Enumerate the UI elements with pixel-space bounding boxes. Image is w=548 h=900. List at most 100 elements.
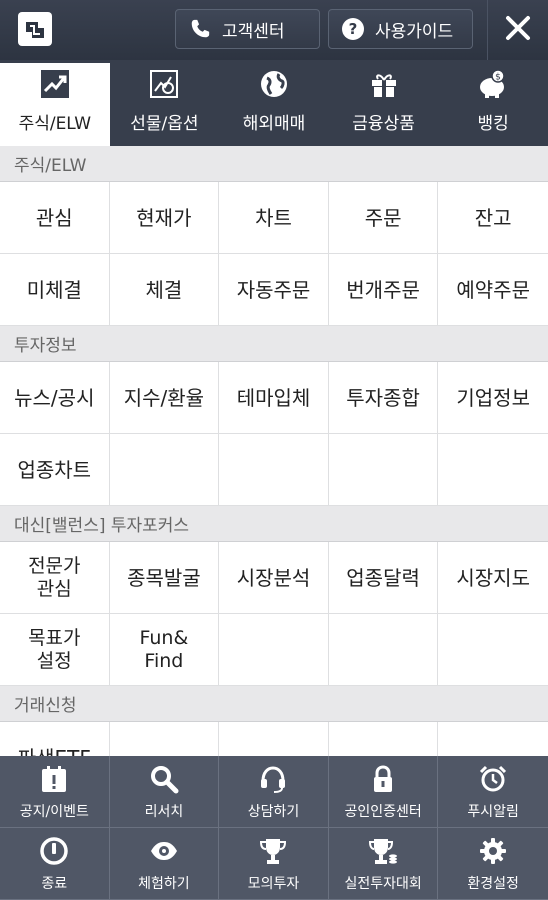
menu-item-reserved-order[interactable]: 예약주문 bbox=[438, 254, 548, 326]
menu-item-balance[interactable]: 잔고 bbox=[438, 182, 548, 254]
menu-item-sector-chart[interactable]: 업종차트 bbox=[0, 434, 110, 506]
menu-item-empty bbox=[438, 614, 548, 686]
menu-item-empty bbox=[329, 722, 439, 756]
menu-item-empty bbox=[438, 434, 548, 506]
eye-icon bbox=[148, 835, 180, 867]
notice-event-button[interactable]: 공지/이벤트 bbox=[0, 756, 110, 828]
menu-item-empty bbox=[110, 722, 220, 756]
tab-label: 주식/ELW bbox=[18, 114, 92, 134]
trophy-coins-icon bbox=[367, 835, 399, 867]
menu-item-theme[interactable]: 테마입체 bbox=[219, 362, 329, 434]
trend-chart-icon bbox=[38, 67, 72, 101]
menu-item-company-info[interactable]: 기업정보 bbox=[438, 362, 548, 434]
menu-grid-investment-info: 뉴스/공시 지수/환율 테마입체 투자종합 기업정보 업종차트 bbox=[0, 362, 548, 506]
bottom-menu-label: 공인인증센터 bbox=[344, 803, 422, 820]
menu-item-empty bbox=[328, 434, 439, 506]
app-logo-icon[interactable] bbox=[16, 10, 54, 48]
menu-item-market-analysis[interactable]: 시장분석 bbox=[219, 542, 329, 614]
bottom-menu-label: 리서치 bbox=[144, 803, 184, 820]
section-header-investment-info: 투자정보 bbox=[0, 326, 548, 362]
bottom-menu-label: 공지/이벤트 bbox=[19, 803, 89, 820]
menu-item-stock-discovery[interactable]: 종목발굴 bbox=[109, 542, 220, 614]
power-icon bbox=[38, 835, 70, 867]
menu-grid-stock-elw: 관심 현재가 차트 주문 잔고 미체결 체결 자동주문 번개주문 예약주문 bbox=[0, 182, 548, 326]
settings-button[interactable]: 환경설정 bbox=[438, 828, 548, 900]
gear-icon bbox=[477, 835, 509, 867]
globe-icon bbox=[257, 67, 291, 101]
menu-content: 주식/ELW 관심 현재가 차트 주문 잔고 미체결 체결 자동주문 번개주문 … bbox=[0, 146, 548, 756]
exit-button[interactable]: 종료 bbox=[0, 828, 110, 900]
menu-item-empty bbox=[219, 722, 329, 756]
investment-contest-button[interactable]: 실전투자대회 bbox=[328, 828, 439, 900]
tab-label: 해외매매 bbox=[242, 114, 306, 134]
menu-item-empty bbox=[219, 614, 329, 686]
section-header-investment-focus: 대신[밸런스] 투자포커스 bbox=[0, 506, 548, 542]
menu-item-empty bbox=[438, 722, 548, 756]
bottom-menu-label: 푸시알림 bbox=[467, 803, 519, 820]
consult-button[interactable]: 상담하기 bbox=[219, 756, 329, 828]
mock-investment-button[interactable]: 모의투자 bbox=[219, 828, 329, 900]
menu-item-chart[interactable]: 차트 bbox=[219, 182, 329, 254]
bottom-menu-label: 실전투자대회 bbox=[344, 875, 422, 892]
menu-item-market-map[interactable]: 시장지도 bbox=[438, 542, 548, 614]
bottom-menu: 공지/이벤트 리서치 상담하기 공인인증센터 푸시알림 종료 체험하기 모의투자… bbox=[0, 756, 548, 900]
bottom-menu-label: 종료 bbox=[41, 875, 68, 892]
tab-futures-options[interactable]: 선물/옵션 bbox=[110, 60, 220, 146]
tab-banking[interactable]: $ 뱅킹 bbox=[438, 60, 548, 146]
menu-item-derivative-etf[interactable]: 파생ETF bbox=[0, 722, 110, 756]
category-tabs: 주식/ELW 선물/옵션 해외매매 금융상품 $ 뱅킹 bbox=[0, 60, 548, 146]
bottom-menu-label: 상담하기 bbox=[247, 803, 300, 820]
help-icon: ? bbox=[341, 17, 365, 41]
svg-text:$: $ bbox=[495, 73, 501, 83]
menu-item-target-price[interactable]: 목표가 설정 bbox=[0, 614, 110, 686]
menu-item-fun-find[interactable]: Fun& Find bbox=[109, 614, 220, 686]
push-alert-button[interactable]: 푸시알림 bbox=[438, 756, 548, 828]
menu-item-order[interactable]: 주문 bbox=[328, 182, 439, 254]
user-guide-button[interactable]: ? 사용가이드 bbox=[328, 9, 473, 49]
section-header-stock-elw: 주식/ELW bbox=[0, 146, 548, 182]
phone-icon bbox=[188, 17, 212, 41]
tab-label: 금융상품 bbox=[352, 114, 415, 134]
menu-item-sector-calendar[interactable]: 업종달력 bbox=[328, 542, 439, 614]
menu-item-empty bbox=[219, 434, 329, 506]
tab-label: 선물/옵션 bbox=[130, 114, 199, 134]
menu-item-quick-order[interactable]: 번개주문 bbox=[328, 254, 439, 326]
menu-item-filled[interactable]: 체결 bbox=[109, 254, 220, 326]
gift-icon bbox=[367, 67, 401, 101]
tab-overseas-trading[interactable]: 해외매매 bbox=[219, 60, 329, 146]
alarm-clock-icon bbox=[477, 763, 509, 795]
menu-item-unfilled[interactable]: 미체결 bbox=[0, 254, 110, 326]
customer-center-button[interactable]: 고객센터 bbox=[175, 9, 320, 49]
trophy-icon bbox=[257, 835, 289, 867]
menu-item-watchlist[interactable]: 관심 bbox=[0, 182, 110, 254]
piggy-bank-icon: $ bbox=[476, 67, 510, 101]
menu-item-current-price[interactable]: 현재가 bbox=[109, 182, 220, 254]
menu-item-expert-watchlist[interactable]: 전문가 관심 bbox=[0, 542, 110, 614]
headset-icon bbox=[257, 763, 289, 795]
trial-button[interactable]: 체험하기 bbox=[109, 828, 220, 900]
menu-item-investment-summary[interactable]: 투자종합 bbox=[328, 362, 439, 434]
top-bar: 고객센터 ? 사용가이드 bbox=[0, 0, 548, 60]
menu-item-empty bbox=[109, 434, 220, 506]
user-guide-label: 사용가이드 bbox=[375, 21, 454, 42]
customer-center-label: 고객센터 bbox=[222, 21, 285, 42]
bottom-menu-label: 모의투자 bbox=[247, 875, 300, 892]
menu-grid-investment-focus: 전문가 관심 종목발굴 시장분석 업종달력 시장지도 목표가 설정 Fun& F… bbox=[0, 542, 548, 686]
section-header-trade-application: 거래신청 bbox=[0, 686, 548, 722]
close-icon bbox=[505, 15, 531, 45]
svg-text:?: ? bbox=[349, 20, 358, 38]
tab-label: 뱅킹 bbox=[477, 114, 509, 134]
menu-item-empty bbox=[328, 614, 439, 686]
research-button[interactable]: 리서치 bbox=[109, 756, 220, 828]
close-button[interactable] bbox=[487, 0, 548, 60]
certificate-center-button[interactable]: 공인인증센터 bbox=[328, 756, 439, 828]
menu-grid-trade-application: 파생ETF bbox=[0, 722, 548, 756]
lock-icon bbox=[367, 763, 399, 795]
tab-stock-elw[interactable]: 주식/ELW bbox=[0, 60, 110, 146]
menu-item-news[interactable]: 뉴스/공시 bbox=[0, 362, 110, 434]
menu-item-index-fx[interactable]: 지수/환율 bbox=[109, 362, 220, 434]
chart-search-icon bbox=[147, 67, 181, 101]
bottom-menu-label: 환경설정 bbox=[467, 875, 519, 892]
tab-financial-products[interactable]: 금융상품 bbox=[329, 60, 439, 146]
menu-item-auto-order[interactable]: 자동주문 bbox=[219, 254, 329, 326]
